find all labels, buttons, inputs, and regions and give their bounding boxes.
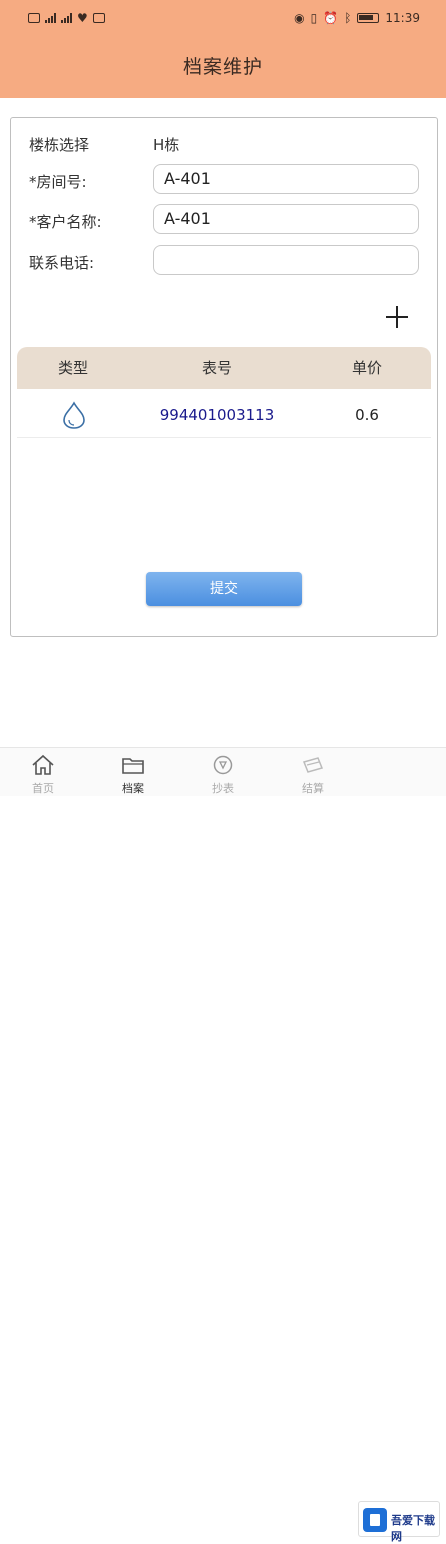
header-bar: ♥ ◉ ▯ ⏰ ᛒ 11:39 档案维护 xyxy=(0,0,446,98)
bluetooth-icon: ᛒ xyxy=(344,11,352,25)
building-label: 楼栋选择 xyxy=(29,136,90,154)
status-bar: ♥ ◉ ▯ ⏰ ᛒ 11:39 xyxy=(0,6,446,30)
room-label: *房间号: xyxy=(29,173,87,191)
tab-home[interactable]: 首页 xyxy=(8,748,78,797)
water-drop-icon xyxy=(63,401,85,429)
unit-price: 0.6 xyxy=(355,406,379,424)
status-right: ◉ ▯ ⏰ ᛒ 11:39 xyxy=(294,6,420,30)
cash-icon xyxy=(302,757,324,773)
col-price: 单价 xyxy=(351,359,382,377)
meter-number: 994401003113 xyxy=(159,406,275,424)
mail-icon xyxy=(92,13,105,23)
signal-icon xyxy=(45,13,56,23)
tab-settlement[interactable]: 结算 xyxy=(278,748,348,797)
eye-icon: ◉ xyxy=(294,11,305,25)
home-icon xyxy=(32,754,54,775)
building-select[interactable]: H栋 xyxy=(153,134,179,155)
customer-label: *客户名称: xyxy=(29,213,102,231)
form-card: 楼栋选择 H栋 *房间号: A-401 *客户名称: A-401 联系电话: 类… xyxy=(10,117,438,637)
sim-icon xyxy=(28,13,40,23)
heart-icon: ♥ xyxy=(77,11,88,25)
col-type: 类型 xyxy=(57,359,88,377)
table-row[interactable]: 994401003113 0.6 xyxy=(17,392,431,438)
tab-reading-label: 抄表 xyxy=(212,782,234,795)
meter-icon xyxy=(213,755,233,775)
watermark-logo: 吾爱下载网 xyxy=(358,1501,440,1543)
tab-home-label: 首页 xyxy=(32,782,54,795)
signal-icon-2 xyxy=(61,13,72,23)
room-input[interactable]: A-401 xyxy=(153,164,419,194)
tab-archive-label: 档案 xyxy=(122,782,144,795)
col-meter: 表号 xyxy=(201,359,232,377)
status-left: ♥ xyxy=(28,6,105,30)
phone-label: 联系电话: xyxy=(29,254,95,272)
tab-settlement-label: 结算 xyxy=(302,782,324,795)
watermark-icon xyxy=(363,1508,387,1532)
phone-input[interactable] xyxy=(153,245,419,275)
battery-icon xyxy=(357,13,380,23)
watermark-text: 吾爱下载网 xyxy=(391,1514,435,1543)
page-title: 档案维护 xyxy=(182,56,263,78)
tab-reading[interactable]: 抄表 xyxy=(188,748,258,797)
customer-input[interactable]: A-401 xyxy=(153,204,419,234)
alarm-icon: ⏰ xyxy=(323,11,339,25)
folder-icon xyxy=(122,758,144,774)
table-header: 类型 表号 单价 xyxy=(17,347,431,389)
vibrate-icon: ▯ xyxy=(310,11,318,25)
submit-button[interactable]: 提交 xyxy=(146,572,302,606)
add-meter-button[interactable] xyxy=(384,304,410,330)
status-time: 11:39 xyxy=(385,11,420,25)
bottom-tabbar: 首页 档案 抄表 结算 吾爱下载网 xyxy=(0,747,446,1543)
tab-archive[interactable]: 档案 xyxy=(98,748,168,797)
